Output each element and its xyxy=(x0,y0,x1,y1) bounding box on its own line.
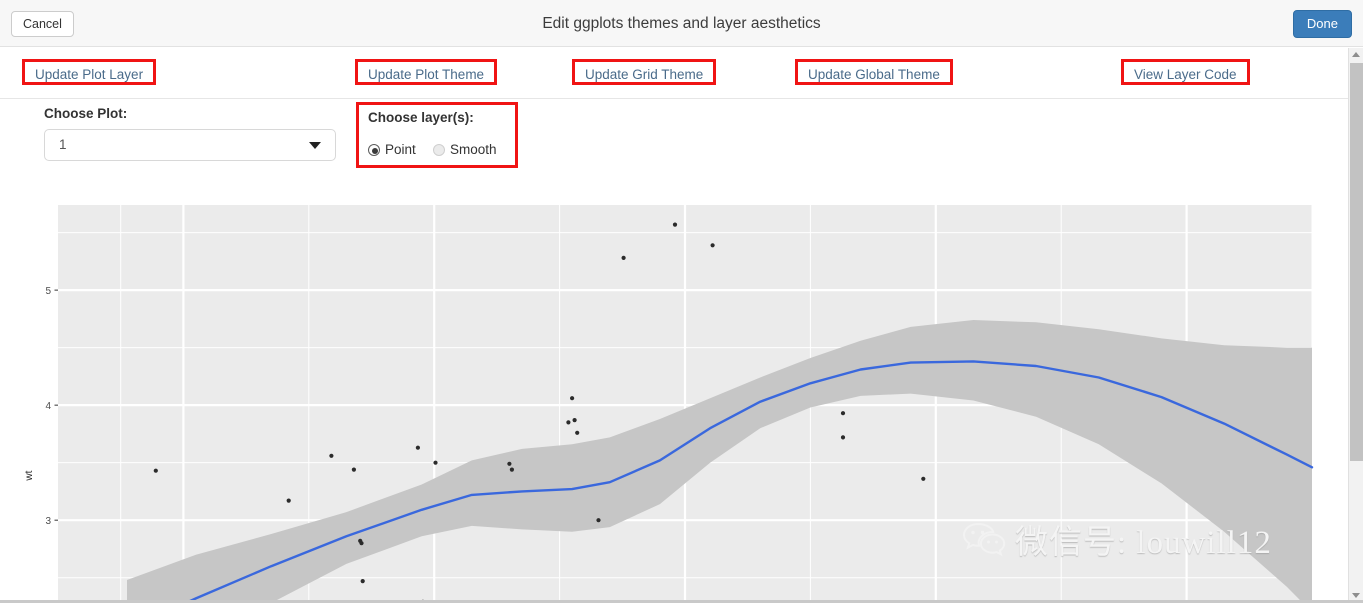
data-point xyxy=(286,498,291,503)
watermark-text: 微信号: louwill12 xyxy=(1015,525,1272,561)
tab-update-plot-layer[interactable]: Update Plot Layer xyxy=(22,59,157,85)
data-point xyxy=(921,476,926,481)
smooth-fit-line xyxy=(182,360,1314,603)
data-point xyxy=(351,467,356,472)
data-point xyxy=(570,396,575,401)
y-axis-title: wt xyxy=(24,470,35,481)
data-point xyxy=(621,255,626,260)
done-button[interactable]: Done xyxy=(1292,10,1352,38)
radio-unselected-icon xyxy=(433,144,445,156)
data-point xyxy=(572,418,577,423)
data-point xyxy=(596,518,601,523)
choose-layers-group: Choose layer(s): Point Smooth xyxy=(356,102,518,168)
data-point xyxy=(710,243,715,248)
tab-bar: Update Plot Layer Update Plot Theme Update… xyxy=(0,47,1348,99)
data-point xyxy=(358,538,363,544)
data-point xyxy=(360,579,365,584)
y-axis-tick-label: 5 xyxy=(45,286,51,297)
scrollbar-thumb[interactable] xyxy=(1350,63,1363,461)
modal-header: Cancel Edit ggplots themes and layer aes… xyxy=(0,0,1363,47)
data-point xyxy=(359,541,364,546)
scroll-up-arrow-icon[interactable] xyxy=(1349,48,1363,63)
wechat-icon xyxy=(962,522,1006,557)
layer-radio-smooth-label: Smooth xyxy=(450,142,497,157)
page-title: Edit ggplots themes and layer aesthetics xyxy=(542,15,821,32)
vertical-scrollbar[interactable] xyxy=(1348,48,1363,603)
data-point xyxy=(509,467,514,472)
data-point xyxy=(566,420,571,425)
data-point xyxy=(507,461,512,466)
ggplot-theme-editor-modal: 3 4 5 wt Cancel Edit ggplots themes and lay… xyxy=(0,0,1363,603)
tab-update-plot-theme[interactable]: Update Plot Theme xyxy=(355,59,498,85)
data-point xyxy=(672,222,678,227)
y-axis-tick-label: 3 xyxy=(45,516,51,527)
data-point xyxy=(840,435,846,440)
data-point xyxy=(153,468,158,473)
choose-plot-label: Choose Plot: xyxy=(44,106,128,121)
tab-update-global-theme[interactable]: Update Global Theme xyxy=(795,59,953,85)
radio-selected-icon xyxy=(368,144,380,156)
data-point xyxy=(840,411,846,416)
data-point xyxy=(575,430,580,435)
tab-view-layer-code[interactable]: View Layer Code xyxy=(1121,59,1250,85)
data-point xyxy=(329,453,334,458)
controls-row: Choose Plot: 1 Choose layer(s): Point Sm… xyxy=(0,102,1348,194)
choose-plot-value: 1 xyxy=(59,137,67,152)
layer-radio-smooth[interactable]: Smooth xyxy=(433,141,497,159)
wechat-watermark: 微信号: louwill12 xyxy=(962,516,1322,562)
data-point xyxy=(433,460,438,465)
layer-radio-point-label: Point xyxy=(385,142,416,157)
choose-layers-label: Choose layer(s): xyxy=(368,110,474,125)
y-axis-tick-label: 4 xyxy=(45,401,51,412)
choose-plot-select[interactable]: 1 xyxy=(44,129,336,161)
tab-update-grid-theme[interactable]: Update Grid Theme xyxy=(572,59,717,85)
data-point xyxy=(415,445,420,450)
chevron-down-icon xyxy=(309,142,321,149)
layer-radio-point[interactable]: Point xyxy=(368,141,416,159)
